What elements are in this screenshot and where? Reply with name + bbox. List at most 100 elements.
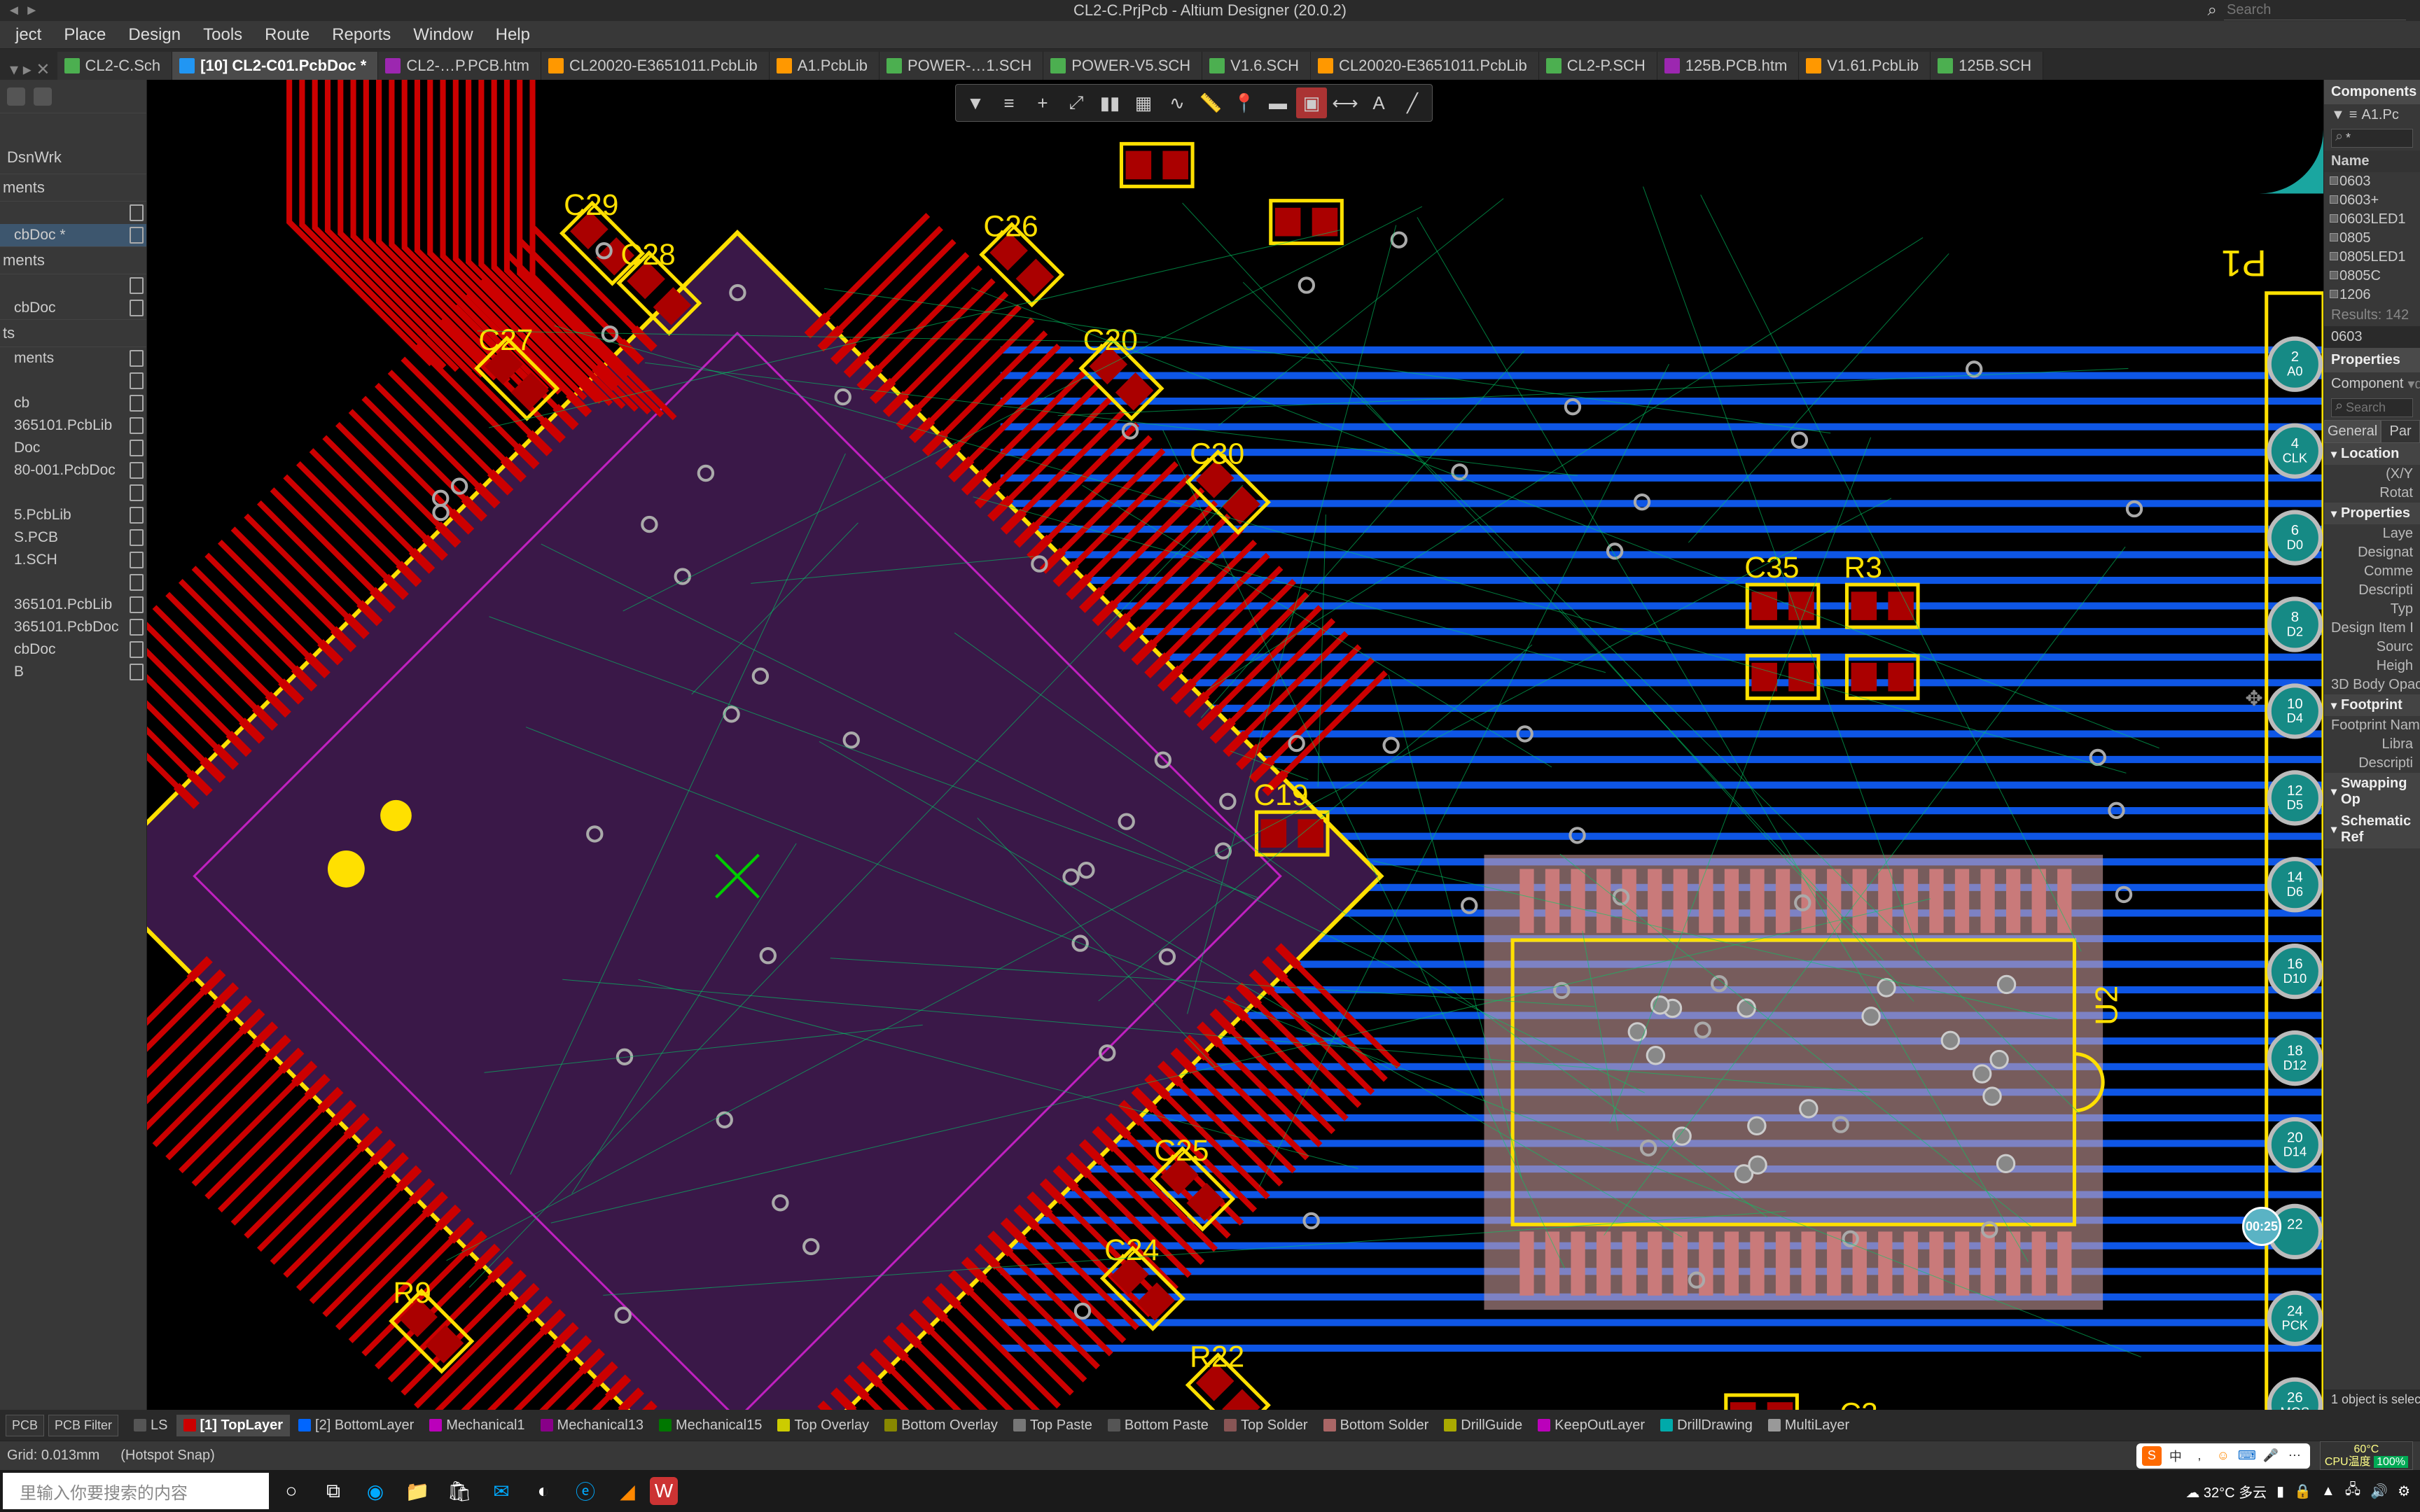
- route-icon[interactable]: ∿: [1162, 88, 1192, 118]
- prop-field[interactable]: Typ: [2324, 600, 2420, 619]
- doc-tab[interactable]: 125B.PCB.htm: [1657, 52, 1800, 80]
- pin-icon[interactable]: 📍: [1229, 88, 1260, 118]
- tree-item[interactable]: [0, 571, 146, 594]
- prop-field[interactable]: Designat: [2324, 543, 2420, 562]
- component-search[interactable]: [2331, 129, 2413, 148]
- prop-field[interactable]: Rotat: [2324, 484, 2420, 503]
- prop-field[interactable]: (X/Y: [2324, 465, 2420, 484]
- layer-tab[interactable]: [2] BottomLayer: [291, 1415, 421, 1436]
- explorer-icon[interactable]: 📁: [398, 1471, 437, 1511]
- filter-icon[interactable]: ▼: [960, 88, 991, 118]
- altium-icon[interactable]: ◢: [608, 1471, 647, 1511]
- doc-tab[interactable]: CL2-C.Sch: [57, 52, 173, 80]
- layer-tab[interactable]: MultiLayer: [1761, 1415, 1856, 1436]
- store-icon[interactable]: 🛍: [440, 1471, 479, 1511]
- prop-field[interactable]: Heigh: [2324, 657, 2420, 676]
- menu-item[interactable]: Route: [256, 22, 318, 48]
- menu-item[interactable]: Place: [55, 22, 114, 48]
- prop-field[interactable]: Footprint Nam: [2324, 716, 2420, 735]
- taskview-icon[interactable]: ⧉: [314, 1471, 353, 1511]
- doc-tab[interactable]: V1.61.PcbLib: [1799, 52, 1931, 80]
- prop-section[interactable]: Footprint: [2324, 694, 2420, 716]
- tab-parameters[interactable]: Par: [2381, 420, 2420, 442]
- tree-item[interactable]: [0, 202, 146, 224]
- doc-tab[interactable]: CL2-…P.PCB.htm: [378, 52, 541, 80]
- mail-icon[interactable]: ✉: [482, 1471, 521, 1511]
- cortana-icon[interactable]: ○: [272, 1471, 311, 1511]
- measure-icon[interactable]: 📏: [1195, 88, 1226, 118]
- nav-arrows[interactable]: ◄ ►: [7, 3, 39, 19]
- wps-icon[interactable]: W: [650, 1477, 678, 1505]
- menu-item[interactable]: Tools: [195, 22, 251, 48]
- tree-item[interactable]: ments: [0, 347, 146, 370]
- tree-item[interactable]: 365101.PcbLib: [0, 414, 146, 437]
- highlight-icon[interactable]: ▣: [1296, 88, 1327, 118]
- gear-icon[interactable]: [34, 88, 52, 106]
- doc-tab[interactable]: 125B.SCH: [1931, 52, 2043, 80]
- taskbar-search[interactable]: 里输入你要搜索的内容: [3, 1473, 269, 1509]
- tree-item[interactable]: 5.PcbLib: [0, 504, 146, 526]
- workspace-name[interactable]: DsnWrk: [0, 141, 146, 174]
- system-tray[interactable]: ☁ 32°C 多云 ▮🔒▲🖧🔊⚙: [2185, 1479, 2417, 1503]
- tree-item[interactable]: cbDoc: [0, 297, 146, 319]
- layer-tab[interactable]: Top Paste: [1006, 1415, 1099, 1436]
- search-input[interactable]: [2224, 1, 2406, 20]
- layer-tab[interactable]: DrillGuide: [1437, 1415, 1529, 1436]
- component-item[interactable]: 0603LED1: [2324, 210, 2420, 229]
- component-item[interactable]: 1206: [2324, 286, 2420, 304]
- component-item[interactable]: 0805C: [2324, 267, 2420, 286]
- align-icon[interactable]: ≡: [994, 88, 1024, 118]
- tree-item[interactable]: cbDoc *: [0, 224, 146, 246]
- prop-section[interactable]: Properties: [2324, 503, 2420, 524]
- doc-tab[interactable]: [10] CL2-C01.PcbDoc *: [172, 52, 378, 80]
- tree-section[interactable]: ments: [0, 246, 146, 274]
- tree-item[interactable]: [0, 370, 146, 392]
- layer-tab[interactable]: Top Overlay: [770, 1415, 876, 1436]
- layer-tab[interactable]: Mechanical15: [652, 1415, 769, 1436]
- tree-item[interactable]: S.PCB: [0, 526, 146, 549]
- pcb-btn[interactable]: PCB: [6, 1415, 44, 1436]
- doc-tab[interactable]: CL2-P.SCH: [1539, 52, 1657, 80]
- prop-field[interactable]: 3D Body Opac: [2324, 676, 2420, 694]
- component-item[interactable]: 0603: [2324, 172, 2420, 191]
- dimension-icon[interactable]: ⟷: [1330, 88, 1361, 118]
- bars-icon[interactable]: ▮▮: [1094, 88, 1125, 118]
- weather[interactable]: ☁ 32°C 多云: [2185, 1481, 2267, 1502]
- component-item[interactable]: 0603+: [2324, 191, 2420, 210]
- tab-dropdown[interactable]: ▾ ▸ ✕: [3, 59, 57, 80]
- cpu-monitor[interactable]: 60°C CPU温度 100%: [2320, 1441, 2413, 1470]
- layer-tab[interactable]: Bottom Solder: [1316, 1415, 1436, 1436]
- ime-toolbar[interactable]: S 中 , ☺ ⌨ 🎤 ⋯: [2136, 1443, 2310, 1469]
- global-search[interactable]: ⌕: [2208, 1, 2406, 20]
- menu-item[interactable]: Reports: [324, 22, 399, 48]
- doc-tab[interactable]: POWER-…1.SCH: [879, 52, 1043, 80]
- grid-icon[interactable]: ▦: [1128, 88, 1159, 118]
- tree-item[interactable]: [0, 482, 146, 504]
- layer-icon[interactable]: ▬: [1263, 88, 1293, 118]
- pcb-filter-btn[interactable]: PCB Filter: [48, 1415, 118, 1436]
- menu-item[interactable]: ject: [7, 22, 50, 48]
- tree-item[interactable]: 80-001.PcbDoc: [0, 459, 146, 482]
- line-icon[interactable]: ╱: [1397, 88, 1428, 118]
- prop-field[interactable]: Comme: [2324, 562, 2420, 581]
- doc-tab[interactable]: CL20020-E3651011.PcbLib: [1311, 52, 1539, 80]
- tree-item[interactable]: 1.SCH: [0, 549, 146, 571]
- doc-tab[interactable]: A1.PcbLib: [770, 52, 879, 80]
- prop-field[interactable]: Descripti: [2324, 581, 2420, 600]
- tree-item[interactable]: Doc: [0, 437, 146, 459]
- layer-tab[interactable]: DrillDrawing: [1653, 1415, 1760, 1436]
- chrome-icon[interactable]: ◐: [524, 1471, 563, 1511]
- menu-item[interactable]: Design: [120, 22, 189, 48]
- menu-item[interactable]: Help: [487, 22, 538, 48]
- plus-icon[interactable]: +: [1027, 88, 1058, 118]
- tree-section[interactable]: ments: [0, 174, 146, 202]
- edge-icon[interactable]: ◉: [356, 1471, 395, 1511]
- component-item[interactable]: 0805LED1: [2324, 248, 2420, 267]
- doc-tab[interactable]: CL20020-E3651011.PcbLib: [541, 52, 770, 80]
- prop-field[interactable]: Descripti: [2324, 754, 2420, 773]
- menu-item[interactable]: Window: [405, 22, 481, 48]
- layer-tab[interactable]: Top Solder: [1217, 1415, 1315, 1436]
- layer-tab[interactable]: Bottom Overlay: [877, 1415, 1005, 1436]
- name-header[interactable]: Name: [2324, 150, 2420, 172]
- resize-icon[interactable]: ⤢: [1061, 88, 1092, 118]
